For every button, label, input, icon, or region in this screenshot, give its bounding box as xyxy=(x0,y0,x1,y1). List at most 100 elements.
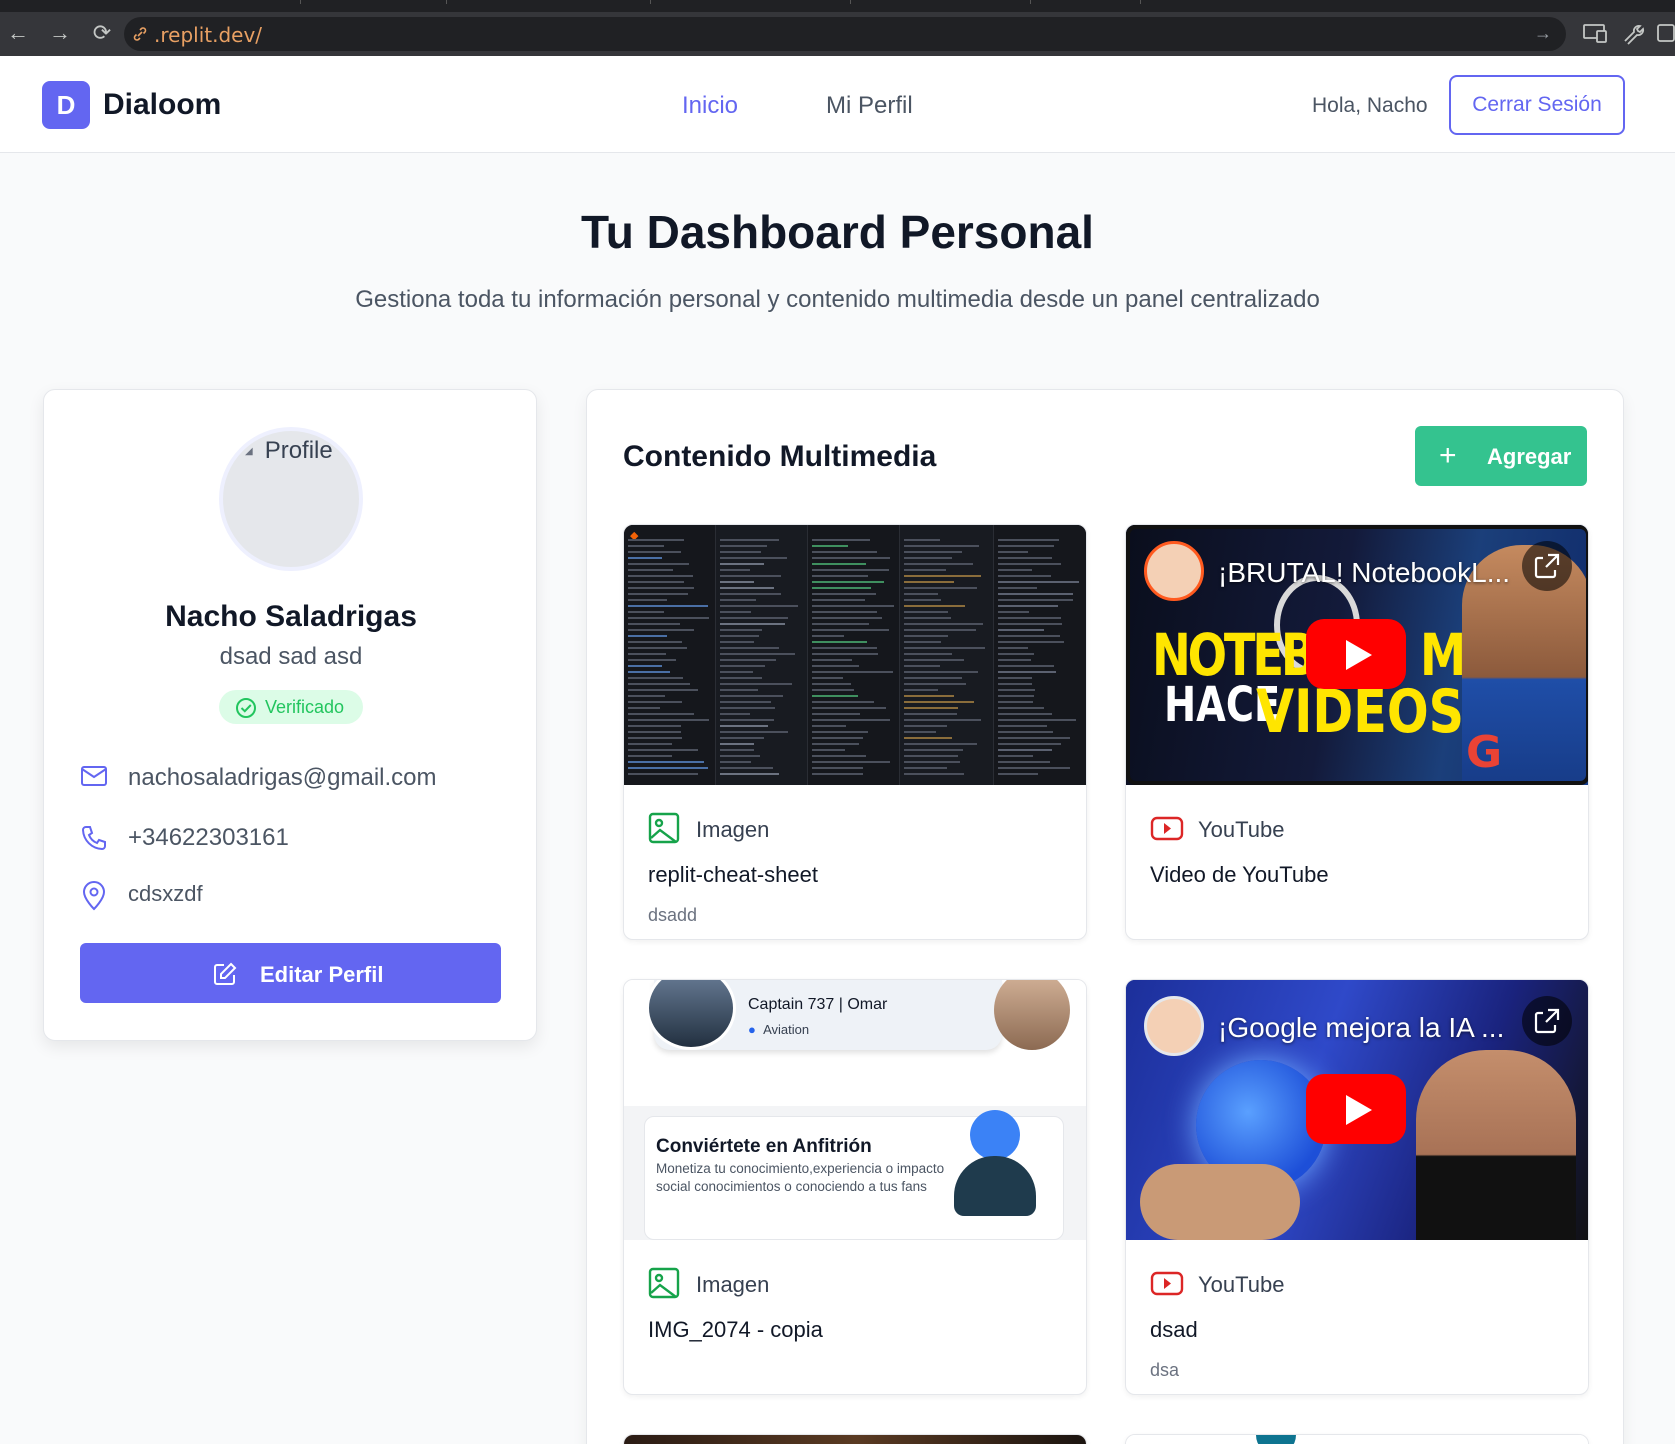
youtube-thumbnail[interactable]: NOTEBO M HACE VIDEOS G ¡BRUTAL! Notebook… xyxy=(1126,525,1588,785)
edit-profile-button[interactable]: Editar Perfil xyxy=(80,943,501,1003)
cheat-sheet-line xyxy=(812,653,878,655)
channel-avatar xyxy=(1144,541,1204,601)
cheat-sheet-line xyxy=(998,545,1054,547)
cheat-sheet-line xyxy=(998,683,1032,685)
media-description: dsadd xyxy=(648,905,698,925)
cheat-sheet-line xyxy=(628,659,676,661)
cheat-sheet-line xyxy=(628,581,684,583)
media-item[interactable]: ¡Google mejora la IA ... YouTube dsad ds… xyxy=(1125,979,1589,1395)
media-item[interactable] xyxy=(1125,1434,1589,1444)
back-icon[interactable]: ← xyxy=(6,21,30,45)
cheat-sheet-line xyxy=(904,647,985,649)
page-title: Tu Dashboard Personal xyxy=(581,206,1094,258)
map-pin-icon xyxy=(82,881,106,911)
cheat-sheet-line xyxy=(998,689,1035,691)
cheat-sheet-line xyxy=(720,659,776,661)
cheat-sheet-line xyxy=(904,677,962,679)
cheat-sheet-line xyxy=(998,749,1052,751)
app-header: D Dialoom Inicio Mi Perfil Hola, Nacho C… xyxy=(0,56,1675,153)
verified-label: Verificado xyxy=(265,697,345,717)
image-thumbnail[interactable] xyxy=(624,1435,1086,1444)
img-card-body: Monetiza tu conocimiento,experiencia o i… xyxy=(656,1161,945,1194)
cheat-sheet-line xyxy=(812,545,848,547)
nav-inicio[interactable]: Inicio xyxy=(682,92,738,120)
cheat-sheet-line xyxy=(628,587,694,589)
cheat-sheet-line xyxy=(904,539,940,541)
cheat-sheet-line xyxy=(720,629,762,631)
page-subtitle: Gestiona toda tu información personal y … xyxy=(355,286,1320,313)
logo-badge[interactable]: D xyxy=(42,81,90,129)
image-thumbnail[interactable] xyxy=(1126,1435,1588,1444)
brand-name[interactable]: Dialoom xyxy=(103,88,221,122)
cheat-sheet-line xyxy=(998,593,1073,595)
cheat-sheet-line xyxy=(998,617,1061,619)
open-window-icon[interactable] xyxy=(1656,21,1675,45)
nav-mi-perfil[interactable]: Mi Perfil xyxy=(826,92,913,120)
media-item[interactable]: NOTEBO M HACE VIDEOS G ¡BRUTAL! Notebook… xyxy=(1125,524,1589,940)
url-text: .replit.dev/ xyxy=(154,23,263,47)
address-bar[interactable]: .replit.dev/ → xyxy=(124,17,1566,51)
cheat-sheet-line xyxy=(998,731,1053,733)
go-arrow-icon[interactable]: → xyxy=(1534,23,1552,44)
forward-icon[interactable]: → xyxy=(48,21,72,45)
cheat-sheet-line xyxy=(998,695,1034,697)
external-link-icon[interactable] xyxy=(1522,996,1572,1046)
cheat-sheet-line xyxy=(904,713,957,715)
cast-icon[interactable] xyxy=(1582,21,1608,45)
youtube-thumbnail[interactable]: ¡Google mejora la IA ... xyxy=(1126,980,1588,1240)
cheat-sheet-line xyxy=(812,707,886,709)
cheat-sheet-line xyxy=(904,617,951,619)
cheat-sheet-line xyxy=(628,677,683,679)
logout-button[interactable]: Cerrar Sesión xyxy=(1449,75,1625,135)
media-type-label: YouTube xyxy=(1198,1272,1285,1297)
external-link-icon[interactable] xyxy=(1522,541,1572,591)
cheat-sheet-line xyxy=(904,587,977,589)
cheat-sheet-line xyxy=(904,695,954,697)
cheat-sheet-line xyxy=(628,647,687,649)
media-item[interactable]: ◆ Imagen replit-cheat-sheet dsadd xyxy=(623,524,1087,940)
image-thumbnail[interactable]: Captain 737 | Omar ● Aviation Conviértet… xyxy=(624,980,1086,1240)
add-media-button[interactable]: + Agregar xyxy=(1415,426,1587,486)
cheat-sheet-line xyxy=(904,767,947,769)
cheat-sheet-line xyxy=(720,605,798,607)
location-row: cdsxzdf xyxy=(80,877,500,913)
cheat-sheet-line xyxy=(720,593,781,595)
img-card-heading: Conviértete en Anfitrión xyxy=(656,1136,872,1157)
cheat-sheet-line xyxy=(628,695,665,697)
cheat-sheet-line xyxy=(720,671,753,673)
cheat-sheet-line xyxy=(628,653,666,655)
cheat-sheet-line xyxy=(720,623,785,625)
cheat-sheet-line xyxy=(720,539,779,541)
cheat-sheet-line xyxy=(998,671,1056,673)
cheat-sheet-line xyxy=(720,695,783,697)
cheat-sheet-line xyxy=(628,683,690,685)
cheat-sheet-line xyxy=(812,611,877,613)
cheat-sheet-line xyxy=(998,701,1033,703)
email-value: nachosaladrigas@gmail.com xyxy=(128,764,437,791)
check-circle-icon xyxy=(236,698,256,718)
media-item[interactable]: Captain 737 | Omar ● Aviation Conviértet… xyxy=(623,979,1087,1395)
play-button[interactable] xyxy=(1306,1074,1406,1144)
cheat-sheet-thumbnail[interactable]: ◆ xyxy=(624,525,1086,785)
cheat-sheet-line xyxy=(812,737,863,739)
profile-card: ◢ Profile Nacho Saladrigas dsad sad asd V… xyxy=(43,389,537,1041)
play-button[interactable] xyxy=(1306,619,1406,689)
media-item[interactable] xyxy=(623,1434,1087,1444)
cheat-sheet-line xyxy=(904,623,983,625)
cheat-sheet-line xyxy=(720,737,764,739)
cheat-sheet-line xyxy=(720,557,787,559)
media-type-label: Imagen xyxy=(696,817,770,842)
avatar: ◢ Profile xyxy=(219,427,363,571)
cheat-sheet-line xyxy=(720,617,788,619)
cheat-sheet-line xyxy=(812,539,870,541)
cheat-sheet-line xyxy=(628,719,709,721)
cheat-sheet-line xyxy=(998,569,1032,571)
cheat-sheet-line xyxy=(904,641,941,643)
wrench-icon[interactable] xyxy=(1620,21,1646,45)
broken-image-icon: ◢ xyxy=(245,446,253,458)
cheat-sheet-line xyxy=(998,677,1032,679)
reload-icon[interactable]: ⟳ xyxy=(90,21,114,45)
cheat-sheet-line xyxy=(812,557,890,559)
cheat-sheet-line xyxy=(998,659,1031,661)
cheat-sheet-line xyxy=(720,551,761,553)
